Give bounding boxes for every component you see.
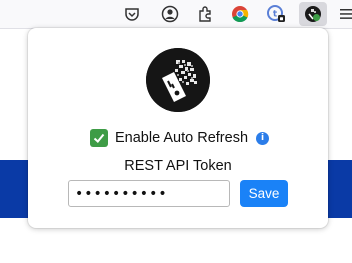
checkmark-icon (93, 133, 105, 143)
extension-logo (146, 48, 210, 112)
chrome-icon[interactable] (229, 3, 251, 25)
auto-refresh-checkbox[interactable] (90, 129, 108, 147)
auto-refresh-label[interactable]: Enable Auto Refresh (115, 130, 248, 146)
save-button[interactable]: Save (240, 180, 288, 207)
token-label: REST API Token (124, 158, 232, 174)
svg-text:t: t (273, 10, 278, 20)
pocket-icon[interactable] (121, 3, 143, 25)
auto-refresh-row: Enable Auto Refresh i (90, 128, 270, 148)
browser-toolbar: t (0, 0, 352, 29)
extension-popup: Enable Auto Refresh i REST API Token Sav… (28, 28, 328, 228)
token-input[interactable] (68, 180, 230, 207)
extension-badge-icon[interactable]: t (265, 3, 287, 25)
active-extension-icon[interactable] (299, 2, 327, 26)
info-icon[interactable]: i (256, 131, 270, 145)
account-icon[interactable] (159, 3, 181, 25)
menu-icon[interactable] (336, 3, 352, 25)
extensions-icon[interactable] (194, 3, 216, 25)
